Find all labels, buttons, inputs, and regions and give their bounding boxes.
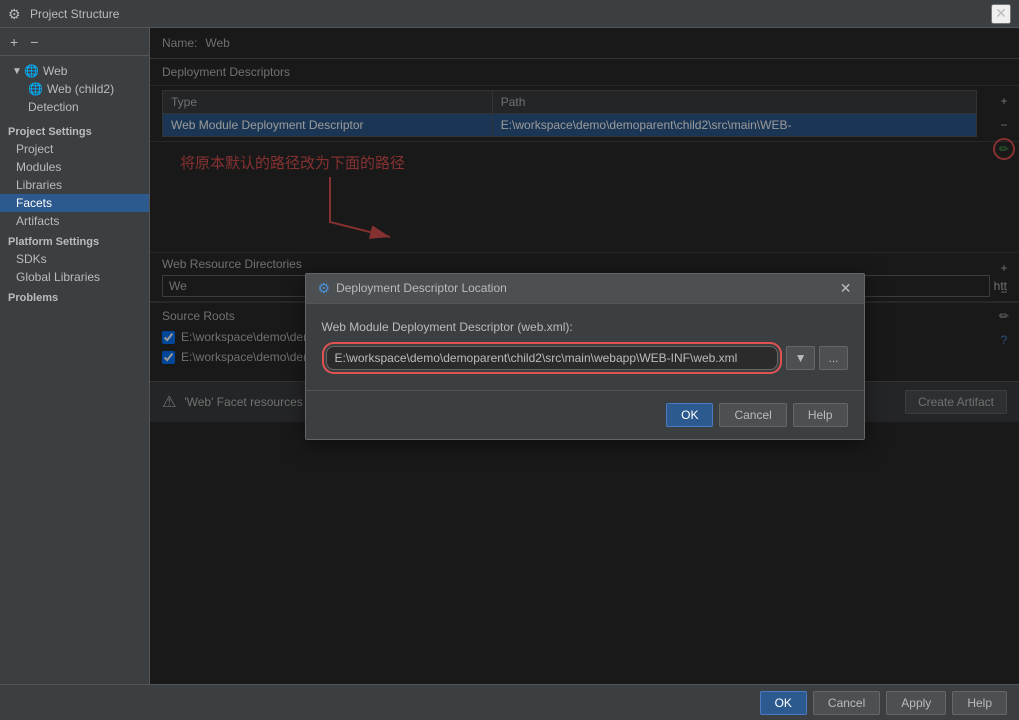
modal-overlay: ⚙ Deployment Descriptor Location ✕ Web M…	[150, 28, 1019, 684]
close-button[interactable]: ✕	[991, 4, 1011, 24]
project-structure-window: ⚙ Project Structure ✕ + − ▼ 🌐 Web 🌐	[0, 0, 1019, 720]
sidebar-toolbar: + −	[0, 28, 149, 56]
modules-label: Modules	[16, 160, 61, 174]
tree-arrow-icon: ▼	[12, 66, 24, 77]
modal-ok-button[interactable]: OK	[666, 403, 713, 427]
sdks-label: SDKs	[16, 252, 47, 266]
window-title: Project Structure	[30, 7, 991, 21]
deployment-descriptor-modal: ⚙ Deployment Descriptor Location ✕ Web M…	[305, 273, 865, 440]
modal-body: Web Module Deployment Descriptor (web.xm…	[306, 304, 864, 390]
sidebar-item-global-libraries[interactable]: Global Libraries	[0, 268, 149, 286]
sidebar-item-sdks[interactable]: SDKs	[0, 250, 149, 268]
modal-footer: OK Cancel Help	[306, 390, 864, 439]
child-module-icon: 🌐	[28, 82, 43, 96]
modal-input-wrapper	[322, 342, 782, 374]
libraries-label: Libraries	[16, 178, 62, 192]
tree-web-child-label: Web (child2)	[47, 82, 114, 96]
bottom-ok-button[interactable]: OK	[760, 691, 807, 715]
modal-path-input[interactable]	[326, 346, 778, 370]
title-bar: ⚙ Project Structure ✕	[0, 0, 1019, 28]
modal-icon: ⚙	[318, 280, 331, 297]
main-content: + − ▼ 🌐 Web 🌐 Web (child2) Det	[0, 28, 1019, 684]
tree-web-node[interactable]: ▼ 🌐 Web	[8, 62, 141, 80]
modal-help-button[interactable]: Help	[793, 403, 848, 427]
problems-section: Problems	[0, 286, 149, 306]
sidebar: + − ▼ 🌐 Web 🌐 Web (child2) Det	[0, 28, 150, 684]
tree-detection-label: Detection	[28, 100, 79, 114]
tree-detection-node[interactable]: Detection	[8, 98, 141, 116]
project-label: Project	[16, 142, 53, 156]
bottom-cancel-button[interactable]: Cancel	[813, 691, 880, 715]
platform-settings-section: Platform Settings	[0, 230, 149, 250]
tree-web-child-node[interactable]: 🌐 Web (child2)	[8, 80, 141, 98]
modal-title-text: Deployment Descriptor Location	[336, 281, 840, 295]
modal-title-bar: ⚙ Deployment Descriptor Location ✕	[306, 274, 864, 304]
bottom-help-button[interactable]: Help	[952, 691, 1007, 715]
facets-label: Facets	[16, 196, 52, 210]
module-icon: 🌐	[24, 64, 39, 78]
project-settings-section: Project Settings	[0, 120, 149, 140]
global-libraries-label: Global Libraries	[16, 270, 100, 284]
bottom-bar: OK Cancel Apply Help	[0, 684, 1019, 720]
artifacts-label: Artifacts	[16, 214, 59, 228]
sidebar-item-artifacts[interactable]: Artifacts	[0, 212, 149, 230]
bottom-apply-button[interactable]: Apply	[886, 691, 946, 715]
modal-close-button[interactable]: ✕	[840, 280, 852, 297]
modal-dropdown-button[interactable]: ▼	[786, 346, 816, 370]
remove-button[interactable]: −	[26, 32, 42, 52]
right-panel: Name: Web Deployment Descriptors Type Pa…	[150, 28, 1019, 684]
sidebar-tree: ▼ 🌐 Web 🌐 Web (child2) Detection Project…	[0, 56, 149, 684]
sidebar-item-facets[interactable]: Facets	[0, 194, 149, 212]
modal-cancel-button[interactable]: Cancel	[719, 403, 786, 427]
modal-label: Web Module Deployment Descriptor (web.xm…	[322, 320, 848, 334]
modal-input-row: ▼ ...	[322, 342, 848, 374]
modal-browse-button[interactable]: ...	[819, 346, 847, 370]
sidebar-item-modules[interactable]: Modules	[0, 158, 149, 176]
add-button[interactable]: +	[6, 32, 22, 52]
window-icon: ⚙	[8, 6, 24, 22]
tree-web-label: Web	[43, 64, 67, 78]
sidebar-item-libraries[interactable]: Libraries	[0, 176, 149, 194]
sidebar-item-project[interactable]: Project	[0, 140, 149, 158]
